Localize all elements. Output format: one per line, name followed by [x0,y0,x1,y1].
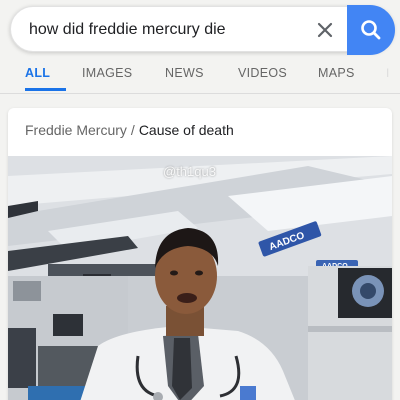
tabs-divider [0,93,400,94]
search-tabs: ALL IMAGES NEWS VIDEOS MAPS I [0,60,400,92]
breadcrumb-attribute: Cause of death [138,122,234,138]
scene-equipment-cart [8,328,36,388]
knowledge-card: Freddie Mercury/Cause of death AADCO AAD… [8,108,392,400]
search-input[interactable]: how did freddie mercury die [29,7,226,53]
search-bar: how did freddie mercury die [10,5,395,55]
search-icon [361,20,381,40]
tab-more-faded: I [386,66,390,80]
scene-wall-panel [13,281,41,301]
scene-shelf [308,326,392,332]
tab-images[interactable]: IMAGES [82,66,132,80]
scene-monitor-display [360,283,376,299]
breadcrumb-entity[interactable]: Freddie Mercury [25,122,127,138]
tab-all[interactable]: ALL [25,66,50,80]
clear-icon[interactable] [314,19,336,41]
breadcrumb-separator: / [130,122,135,138]
breadcrumb: Freddie Mercury / Cause of death [25,122,234,138]
video-frame[interactable]: AADCO AADCO [8,156,392,400]
tab-maps[interactable]: MAPS [318,66,355,80]
video-scene: AADCO AADCO [8,156,392,400]
scene-monitor [53,314,83,336]
video-watermark: @th1qu3 [163,164,216,179]
search-button[interactable] [347,5,395,55]
scene-equipment-cart [28,386,88,400]
active-tab-indicator [25,88,66,91]
tab-news[interactable]: NEWS [165,66,204,80]
tab-videos[interactable]: VIDEOS [238,66,287,80]
